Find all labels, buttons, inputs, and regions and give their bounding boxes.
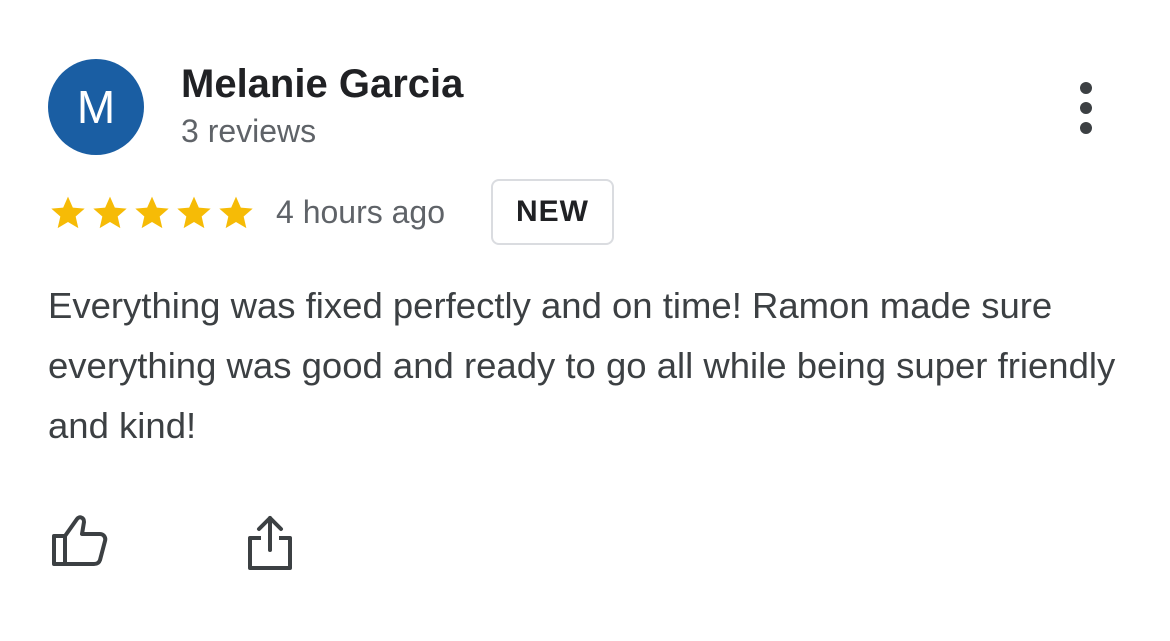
like-button[interactable] bbox=[50, 514, 108, 568]
more-vertical-icon-dot bbox=[1080, 122, 1092, 134]
review-count: 3 reviews bbox=[181, 113, 317, 149]
share-icon bbox=[248, 516, 292, 570]
more-vertical-icon bbox=[1080, 82, 1092, 94]
review-card: M Melanie Garcia 3 reviews 4 hours ago N… bbox=[0, 0, 1170, 641]
star-icon bbox=[216, 193, 256, 233]
avatar[interactable]: M bbox=[48, 59, 144, 155]
share-button[interactable] bbox=[246, 514, 294, 572]
avatar-letter: M bbox=[76, 81, 116, 133]
star-icon bbox=[90, 193, 130, 233]
star-rating bbox=[48, 193, 256, 233]
more-vertical-icon-dot bbox=[1080, 102, 1092, 114]
more-options-button[interactable] bbox=[1060, 76, 1112, 140]
review-time: 4 hours ago bbox=[276, 194, 446, 230]
reviewer-name[interactable]: Melanie Garcia bbox=[181, 62, 463, 107]
star-icon bbox=[48, 193, 88, 233]
star-icon bbox=[174, 193, 214, 233]
new-badge: NEW bbox=[491, 179, 614, 245]
thumbs-up-icon bbox=[52, 515, 108, 566]
review-text: Everything was fixed perfectly and on ti… bbox=[48, 285, 1116, 446]
star-icon bbox=[132, 193, 172, 233]
